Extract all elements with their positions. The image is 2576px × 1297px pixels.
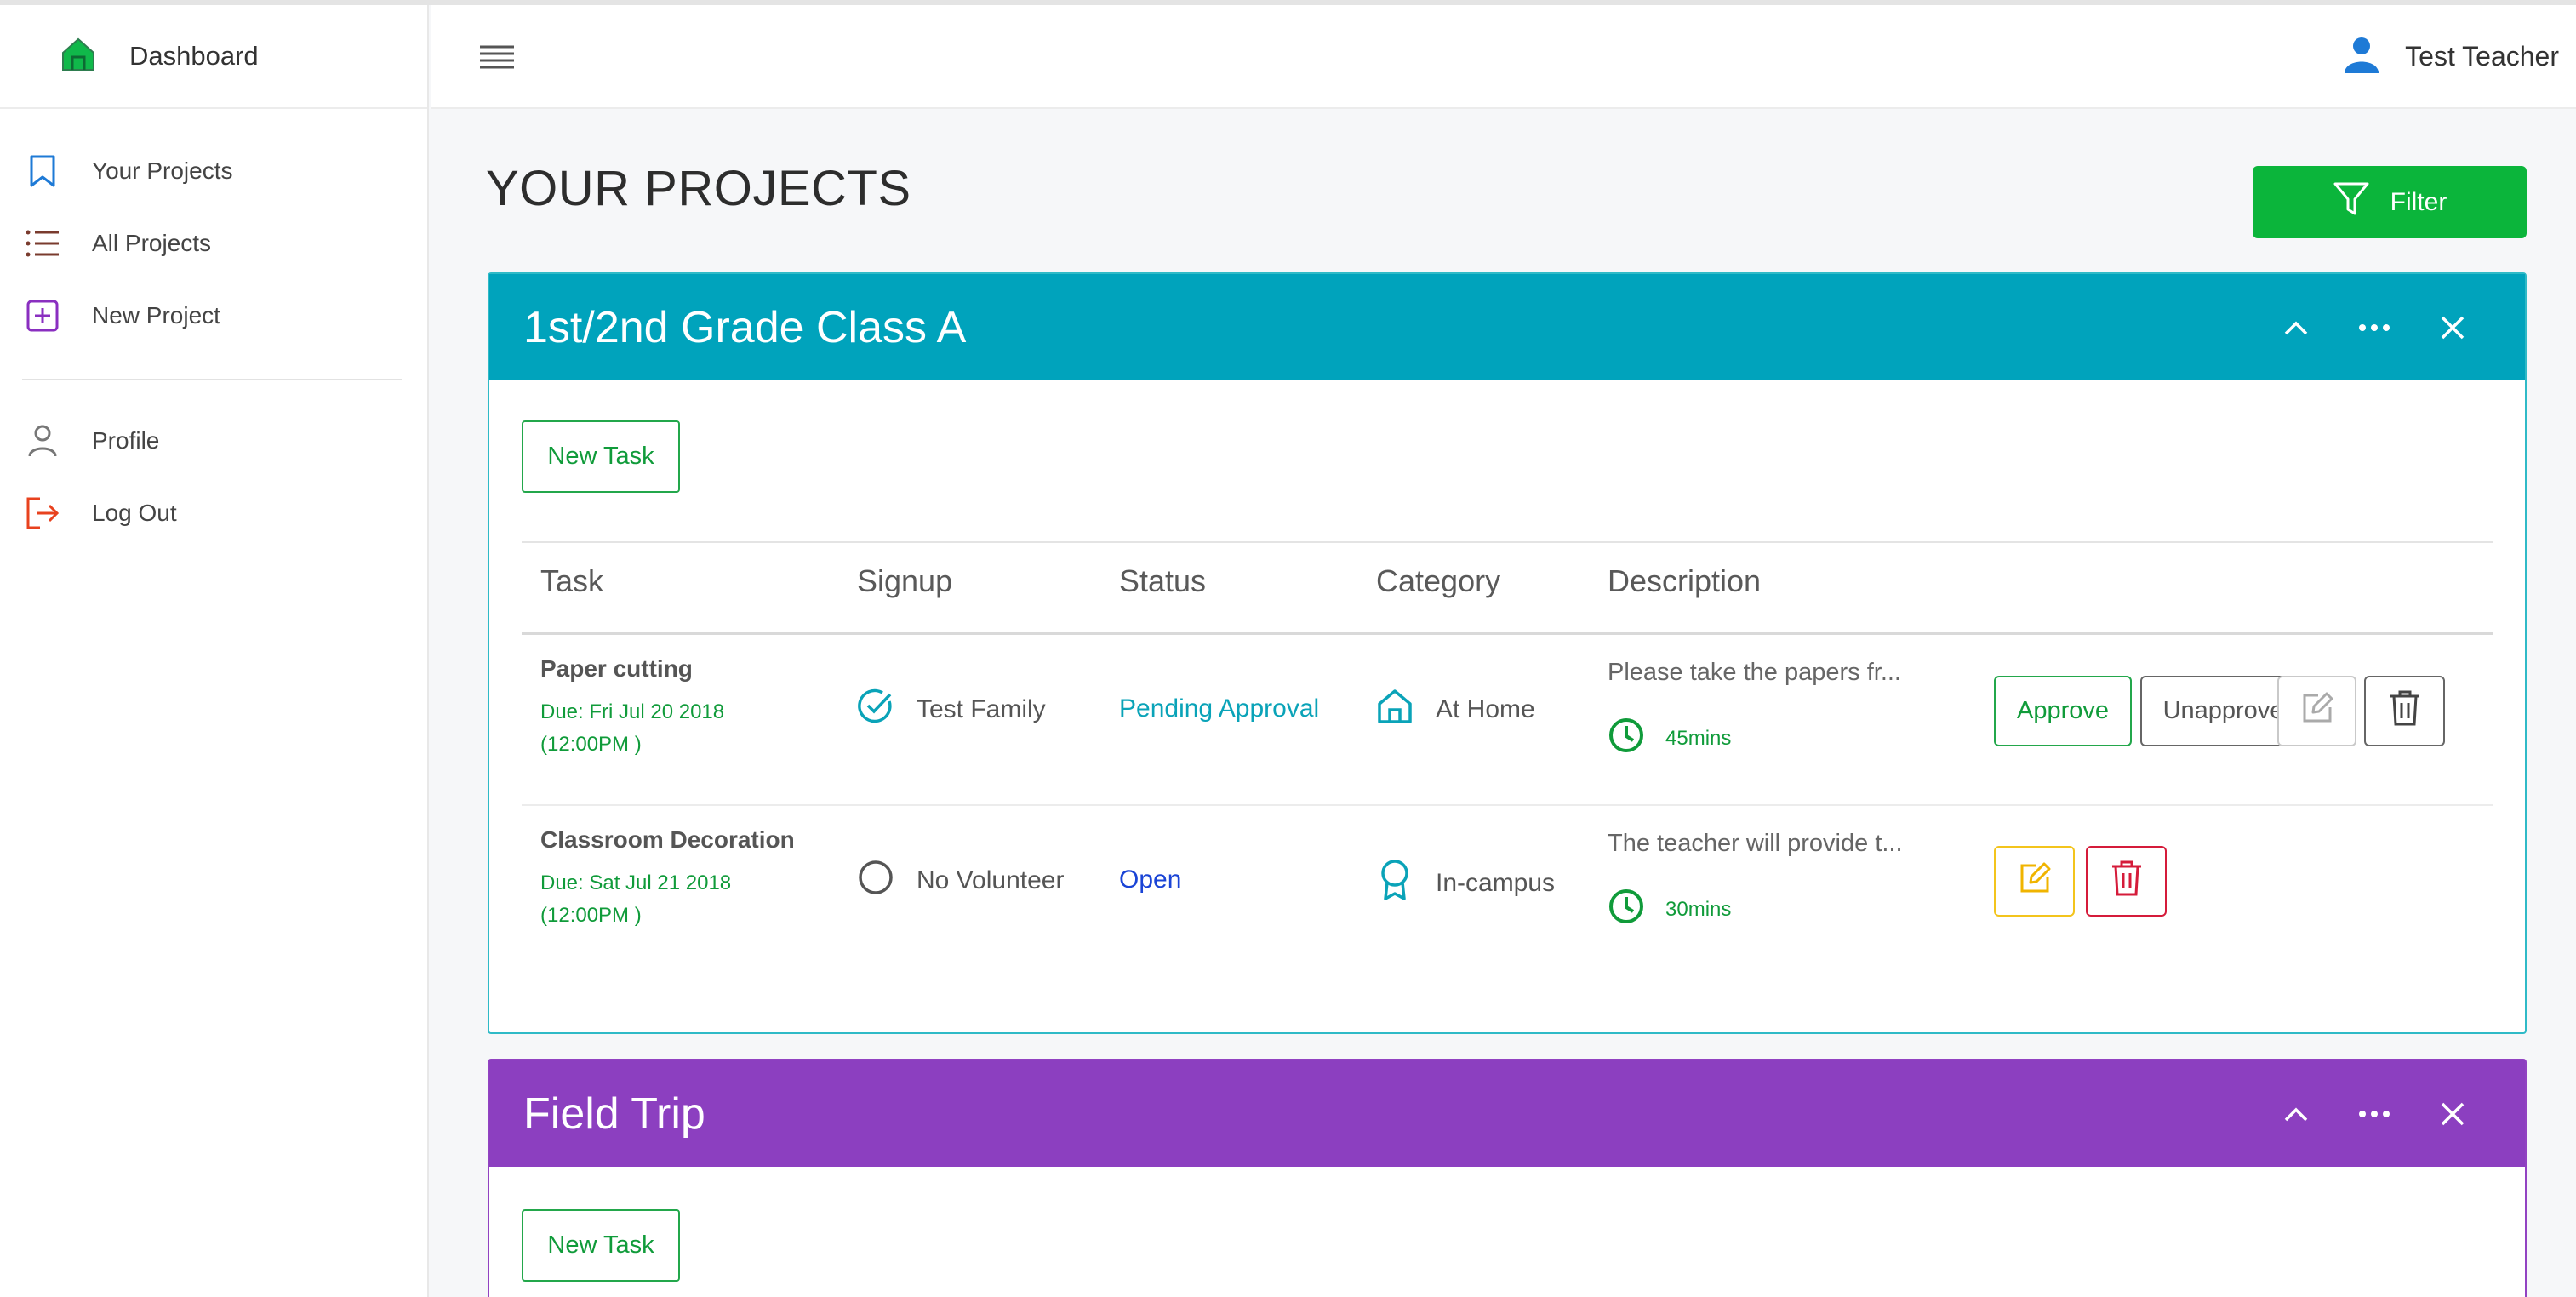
sidebar-item-label: Log Out	[92, 499, 177, 526]
sidebar-item-label: Profile	[92, 426, 160, 454]
signup-cell: No Volunteer	[857, 859, 1064, 903]
task-name: Paper cutting	[540, 655, 693, 682]
project-title: Field Trip	[523, 1088, 705, 1139]
sidebar-item-logout[interactable]: Log Out	[0, 477, 427, 549]
person-icon	[24, 422, 61, 460]
status-badge: Pending Approval	[1119, 694, 1320, 723]
edit-icon	[2017, 860, 2053, 903]
sidebar-nav: Your Projects All Projects New Project P…	[0, 109, 427, 549]
table-row: Paper cutting Due: Fri Jul 20 2018 (12:0…	[522, 635, 2493, 806]
project-title: 1st/2nd Grade Class A	[523, 302, 967, 352]
column-header-signup: Signup	[857, 563, 953, 598]
brand-label: Dashboard	[129, 41, 259, 71]
edit-button[interactable]	[1994, 846, 2075, 917]
task-due-date: Due: Fri Jul 20 2018	[540, 700, 725, 723]
user-icon	[2344, 36, 2379, 77]
project-actions	[2275, 306, 2474, 349]
delete-button[interactable]	[2086, 846, 2167, 917]
list-icon	[24, 225, 61, 262]
delete-button[interactable]	[2364, 676, 2445, 746]
project-header: 1st/2nd Grade Class A	[489, 274, 2525, 380]
sidebar-item-profile[interactable]: Profile	[0, 404, 427, 477]
page-title: YOUR PROJECTS	[486, 161, 911, 216]
column-header-description: Description	[1608, 563, 1762, 598]
home-icon	[60, 36, 97, 77]
edit-button-disabled[interactable]	[2277, 676, 2356, 746]
close-icon[interactable]	[2431, 1093, 2474, 1135]
task-due-date: Due: Sat Jul 21 2018	[540, 871, 732, 894]
sidebar-item-all-projects[interactable]: All Projects	[0, 207, 427, 279]
task-due: Due: Sat Jul 21 2018 (12:00PM )	[540, 867, 796, 932]
project-header: Field Trip	[489, 1060, 2525, 1167]
trash-icon	[2110, 860, 2143, 904]
category-cell: At Home	[1376, 688, 1535, 732]
category-label: At Home	[1436, 695, 1535, 723]
signup-name: Test Family	[917, 695, 1046, 723]
sidebar-divider	[22, 379, 402, 380]
sidebar-item-your-projects[interactable]: Your Projects	[0, 134, 427, 207]
sidebar-item-label: New Project	[92, 301, 220, 329]
column-header-status: Status	[1119, 563, 1207, 598]
chevron-up-icon[interactable]	[2275, 306, 2317, 349]
task-duration: 45mins	[1608, 717, 1731, 760]
task-due: Due: Fri Jul 20 2018 (12:00PM )	[540, 696, 796, 761]
topbar: Test Teacher	[431, 5, 2576, 109]
bookmark-icon	[24, 152, 61, 190]
sidebar-item-new-project[interactable]: New Project	[0, 279, 427, 351]
project-card: 1st/2nd Grade Class A New Task Task Sign…	[488, 272, 2527, 1034]
edit-icon	[2299, 690, 2335, 733]
table-row: Classroom Decoration Due: Sat Jul 21 201…	[522, 806, 2493, 977]
sidebar-item-label: All Projects	[92, 229, 212, 256]
task-description: The teacher will provide t...	[1608, 830, 1903, 857]
plus-square-icon	[24, 297, 61, 334]
user-name: Test Teacher	[2405, 41, 2559, 71]
check-circle-icon	[857, 688, 894, 732]
more-icon[interactable]	[2353, 1093, 2396, 1135]
award-icon	[1376, 859, 1414, 908]
filter-icon	[2333, 181, 2370, 224]
trash-icon	[2389, 689, 2421, 734]
task-table: Task Signup Status Category Description …	[522, 541, 2493, 977]
chevron-up-icon[interactable]	[2275, 1093, 2317, 1135]
column-header-category: Category	[1376, 563, 1501, 598]
close-icon[interactable]	[2431, 306, 2474, 349]
new-task-button[interactable]: New Task	[522, 1209, 680, 1282]
user-menu[interactable]: Test Teacher	[2344, 36, 2559, 77]
signup-cell: Test Family	[857, 688, 1046, 732]
brand[interactable]: Dashboard	[0, 5, 427, 109]
hamburger-icon[interactable]	[478, 43, 516, 71]
approve-button[interactable]: Approve	[1994, 676, 2132, 746]
sidebar: Dashboard Your Projects All Projects New…	[0, 5, 429, 1297]
column-header-task: Task	[540, 563, 604, 598]
task-description: Please take the papers fr...	[1608, 659, 1901, 686]
filter-button[interactable]: Filter	[2253, 166, 2527, 238]
task-due-time: (12:00PM )	[540, 733, 642, 756]
task-duration: 30mins	[1608, 888, 1731, 931]
task-name: Classroom Decoration	[540, 826, 795, 853]
signup-name: No Volunteer	[917, 866, 1065, 894]
duration-value: 30mins	[1665, 897, 1732, 921]
new-task-button[interactable]: New Task	[522, 420, 680, 493]
duration-value: 45mins	[1665, 726, 1732, 750]
category-label: In-campus	[1436, 869, 1556, 897]
filter-label: Filter	[2390, 187, 2447, 216]
project-card: Field Trip New Task	[488, 1059, 2527, 1297]
clock-icon	[1608, 888, 1645, 931]
sidebar-item-label: Your Projects	[92, 157, 233, 184]
logout-icon	[24, 494, 61, 532]
project-actions	[2275, 1093, 2474, 1135]
category-cell: In-campus	[1376, 859, 1555, 908]
task-due-time: (12:00PM )	[540, 904, 642, 927]
table-header: Task Signup Status Category Description	[522, 541, 2493, 635]
clock-icon	[1608, 717, 1645, 760]
home-outline-icon	[1376, 688, 1414, 732]
status-badge: Open	[1119, 866, 1182, 894]
more-icon[interactable]	[2353, 306, 2396, 349]
empty-circle-icon	[857, 859, 894, 903]
